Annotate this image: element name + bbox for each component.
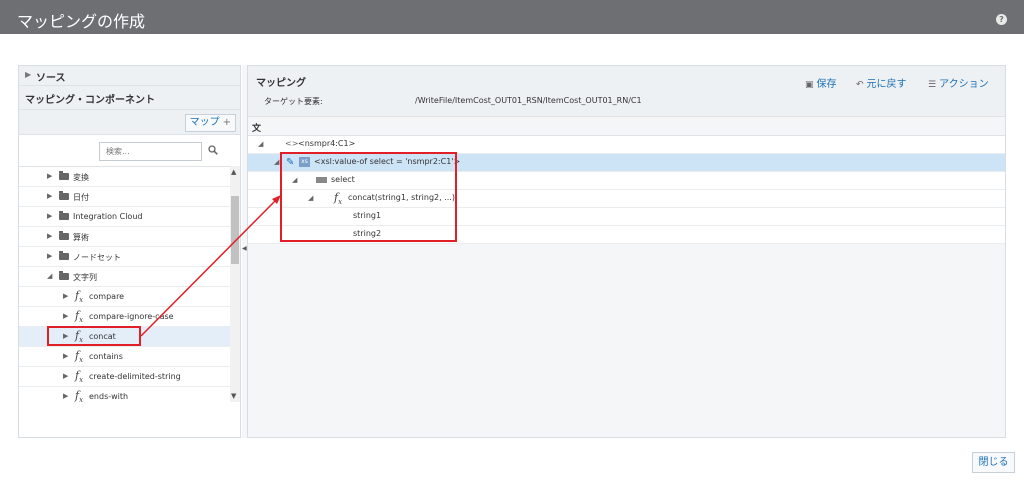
drag-arrow [140, 195, 281, 337]
close-button[interactable]: 閉じる [972, 452, 1015, 473]
